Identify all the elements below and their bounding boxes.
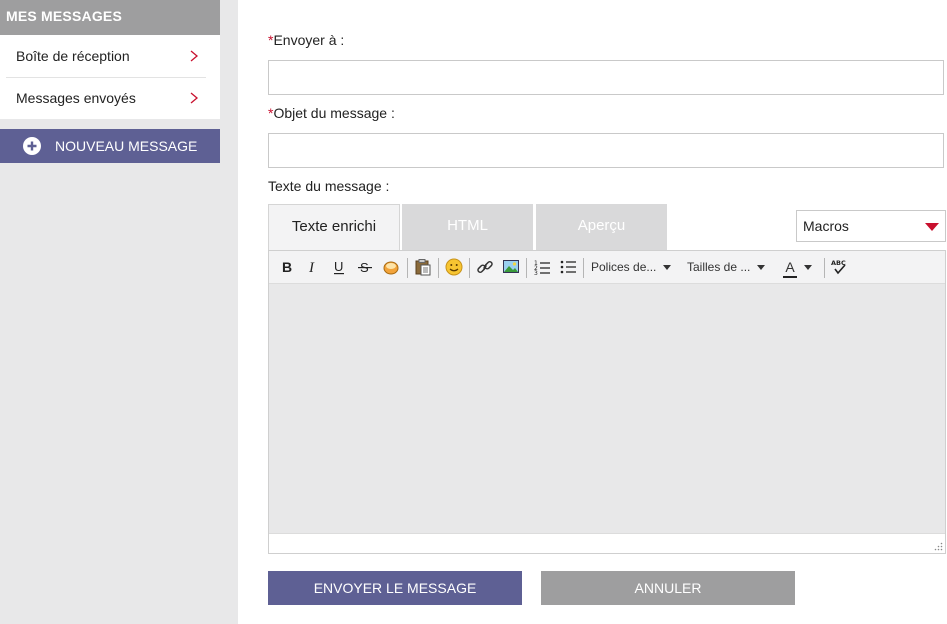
link-button[interactable] bbox=[475, 257, 495, 277]
italic-icon: I bbox=[308, 260, 315, 275]
font-color-swatch bbox=[783, 276, 797, 278]
sidebar-item-label: Boîte de réception bbox=[16, 48, 130, 64]
macros-selected-value: Macros bbox=[803, 218, 849, 234]
ordered-list-button[interactable]: 123 bbox=[532, 257, 552, 277]
font-size-value: Tailles de ... bbox=[687, 260, 751, 274]
chevron-down-icon bbox=[663, 264, 672, 270]
sidebar-list: Boîte de réception Messages envoyés bbox=[0, 35, 220, 119]
clipboard-icon bbox=[415, 259, 431, 276]
strikethrough-icon: S bbox=[358, 260, 372, 275]
toolbar-separator bbox=[438, 258, 439, 278]
smiley-icon bbox=[445, 258, 463, 276]
svg-text:3: 3 bbox=[534, 270, 538, 276]
font-family-value: Polices de... bbox=[591, 260, 657, 274]
underline-icon: U bbox=[334, 259, 344, 275]
font-color-glyph: A bbox=[785, 259, 795, 275]
chevron-right-icon bbox=[190, 50, 199, 62]
remove-format-button[interactable] bbox=[382, 257, 400, 277]
resize-grip-icon[interactable] bbox=[933, 541, 943, 551]
to-input[interactable] bbox=[268, 60, 944, 95]
sidebar-item-sent[interactable]: Messages envoyés bbox=[0, 77, 220, 119]
bullet-list-icon bbox=[560, 260, 576, 274]
toolbar-separator bbox=[407, 258, 408, 278]
toolbar-separator bbox=[583, 258, 584, 278]
macros-select[interactable]: Macros bbox=[796, 210, 946, 242]
to-label-text: Envoyer à : bbox=[273, 32, 345, 48]
subject-input[interactable] bbox=[268, 133, 944, 168]
rich-text-editor: B I U S 123 Polices de... Tailles de ...… bbox=[268, 250, 946, 554]
font-family-select[interactable]: Polices de... bbox=[591, 257, 679, 277]
editor-toolbar: B I U S 123 Polices de... Tailles de ...… bbox=[269, 251, 945, 284]
chevron-down-icon bbox=[804, 264, 812, 270]
emoticon-button[interactable] bbox=[444, 257, 464, 277]
body-label: Texte du message : bbox=[268, 178, 390, 194]
subject-label-text: Objet du message : bbox=[273, 105, 395, 121]
toolbar-separator bbox=[469, 258, 470, 278]
spellcheck-button[interactable]: ABC bbox=[829, 257, 849, 277]
eraser-icon bbox=[383, 261, 399, 275]
sidebar-item-inbox[interactable]: Boîte de réception bbox=[0, 35, 220, 77]
sidebar: MES MESSAGES Boîte de réception Messages… bbox=[0, 0, 238, 624]
font-size-select[interactable]: Tailles de ... bbox=[687, 257, 775, 277]
editor-content-area[interactable] bbox=[269, 284, 945, 533]
svg-text:U: U bbox=[334, 259, 343, 274]
chevron-down-icon bbox=[757, 264, 766, 270]
new-message-label: NOUVEAU MESSAGE bbox=[55, 138, 198, 154]
paste-button[interactable] bbox=[413, 257, 433, 277]
strikethrough-button[interactable]: S bbox=[357, 257, 373, 277]
editor-statusbar bbox=[269, 533, 945, 553]
toolbar-separator bbox=[526, 258, 527, 278]
sidebar-title: MES MESSAGES bbox=[0, 0, 220, 35]
underline-button[interactable]: U bbox=[331, 257, 347, 277]
send-message-button[interactable]: ENVOYER LE MESSAGE bbox=[268, 571, 522, 605]
font-color-select[interactable]: A bbox=[783, 257, 819, 278]
tab-preview[interactable]: Aperçu bbox=[536, 204, 667, 250]
svg-text:B: B bbox=[282, 259, 292, 275]
plus-circle-icon bbox=[23, 137, 41, 155]
toolbar-separator bbox=[824, 258, 825, 278]
tab-html[interactable]: HTML bbox=[402, 204, 533, 250]
new-message-button[interactable]: NOUVEAU MESSAGE bbox=[0, 129, 220, 163]
numbered-list-icon: 123 bbox=[534, 260, 550, 276]
bullet-list-button[interactable] bbox=[558, 257, 578, 277]
chevron-right-icon bbox=[190, 92, 199, 104]
tab-rich-text[interactable]: Texte enrichi bbox=[268, 204, 400, 250]
spellcheck-icon: ABC bbox=[831, 259, 846, 275]
svg-text:I: I bbox=[308, 260, 315, 275]
dropdown-caret-icon bbox=[925, 223, 939, 231]
to-label: *Envoyer à : bbox=[268, 32, 344, 48]
font-color-icon: A bbox=[783, 259, 797, 278]
image-icon bbox=[503, 260, 519, 273]
sidebar-item-label: Messages envoyés bbox=[16, 90, 136, 106]
italic-button[interactable]: I bbox=[305, 257, 321, 277]
bold-icon: B bbox=[282, 259, 292, 275]
subject-label: *Objet du message : bbox=[268, 105, 395, 121]
image-button[interactable] bbox=[501, 257, 521, 277]
bold-button[interactable]: B bbox=[279, 257, 295, 277]
link-icon bbox=[477, 260, 493, 274]
cancel-button[interactable]: ANNULER bbox=[541, 571, 795, 605]
